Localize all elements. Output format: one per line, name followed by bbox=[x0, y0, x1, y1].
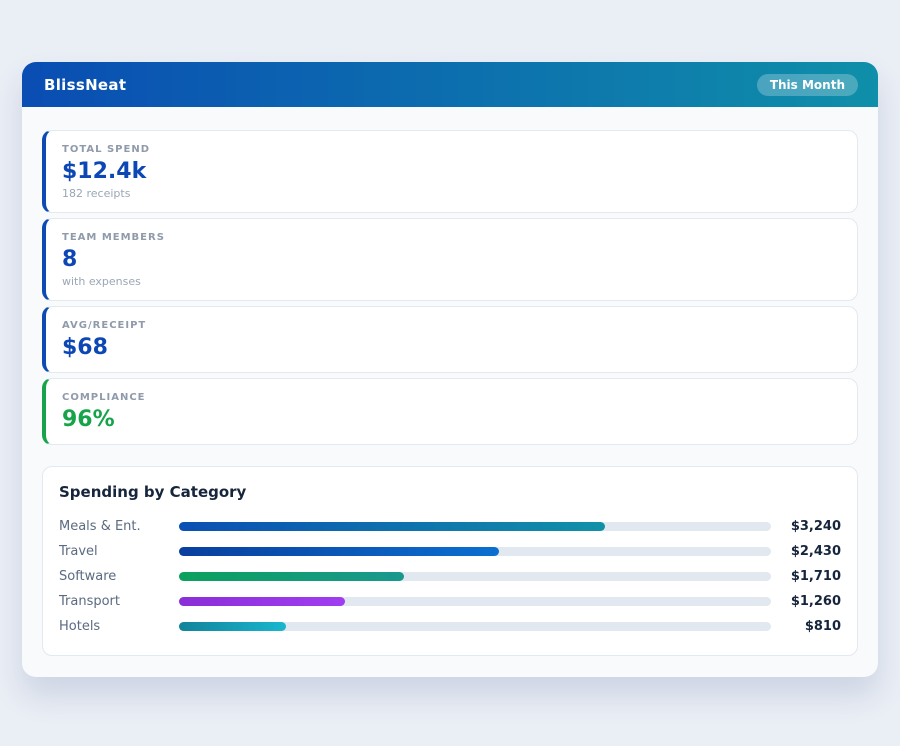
category-label: Transport bbox=[59, 594, 179, 609]
spending-card: Spending by Category Meals & Ent. $3,240… bbox=[42, 466, 858, 656]
stat-label: TEAM MEMBERS bbox=[62, 232, 841, 243]
period-badge[interactable]: This Month bbox=[757, 74, 858, 96]
category-amount: $3,240 bbox=[779, 519, 841, 534]
bar-fill bbox=[179, 622, 286, 631]
app-title: BlissNeat bbox=[44, 76, 126, 94]
category-amount: $810 bbox=[779, 619, 841, 634]
stat-card-avg-receipt: AVG/RECEIPT $68 bbox=[42, 306, 858, 373]
category-row-software: Software $1,710 bbox=[59, 564, 841, 589]
bar-track bbox=[179, 547, 771, 556]
category-label: Software bbox=[59, 569, 179, 584]
stats-section: TOTAL SPEND $12.4k 182 receipts TEAM MEM… bbox=[22, 107, 878, 445]
category-amount: $1,710 bbox=[779, 569, 841, 584]
category-row-hotels: Hotels $810 bbox=[59, 614, 841, 639]
category-amount: $1,260 bbox=[779, 594, 841, 609]
category-amount: $2,430 bbox=[779, 544, 841, 559]
category-label: Meals & Ent. bbox=[59, 519, 179, 534]
stat-value: 96% bbox=[62, 407, 841, 432]
page-background: BlissNeat This Month TOTAL SPEND $12.4k … bbox=[0, 0, 900, 746]
stat-value: $68 bbox=[62, 335, 841, 360]
bar-fill bbox=[179, 547, 499, 556]
stat-label: COMPLIANCE bbox=[62, 392, 841, 403]
bar-fill bbox=[179, 572, 404, 581]
stat-label: AVG/RECEIPT bbox=[62, 320, 841, 331]
section-title: Spending by Category bbox=[59, 483, 841, 501]
category-label: Hotels bbox=[59, 619, 179, 634]
stat-value: 8 bbox=[62, 247, 841, 272]
category-label: Travel bbox=[59, 544, 179, 559]
app-card: BlissNeat This Month TOTAL SPEND $12.4k … bbox=[22, 62, 878, 677]
stat-subtext: 182 receipts bbox=[62, 187, 841, 200]
bar-fill bbox=[179, 597, 345, 606]
bar-fill bbox=[179, 522, 605, 531]
stat-label: TOTAL SPEND bbox=[62, 144, 841, 155]
stat-card-compliance: COMPLIANCE 96% bbox=[42, 378, 858, 445]
bar-track bbox=[179, 572, 771, 581]
category-row-travel: Travel $2,430 bbox=[59, 539, 841, 564]
category-row-transport: Transport $1,260 bbox=[59, 589, 841, 614]
stat-value: $12.4k bbox=[62, 159, 841, 184]
bar-track bbox=[179, 622, 771, 631]
category-row-meals: Meals & Ent. $3,240 bbox=[59, 514, 841, 539]
stat-card-team-members: TEAM MEMBERS 8 with expenses bbox=[42, 218, 858, 301]
bar-track bbox=[179, 522, 771, 531]
stat-subtext: with expenses bbox=[62, 275, 841, 288]
app-header: BlissNeat This Month bbox=[22, 62, 878, 107]
bar-track bbox=[179, 597, 771, 606]
stat-card-total-spend: TOTAL SPEND $12.4k 182 receipts bbox=[42, 130, 858, 213]
